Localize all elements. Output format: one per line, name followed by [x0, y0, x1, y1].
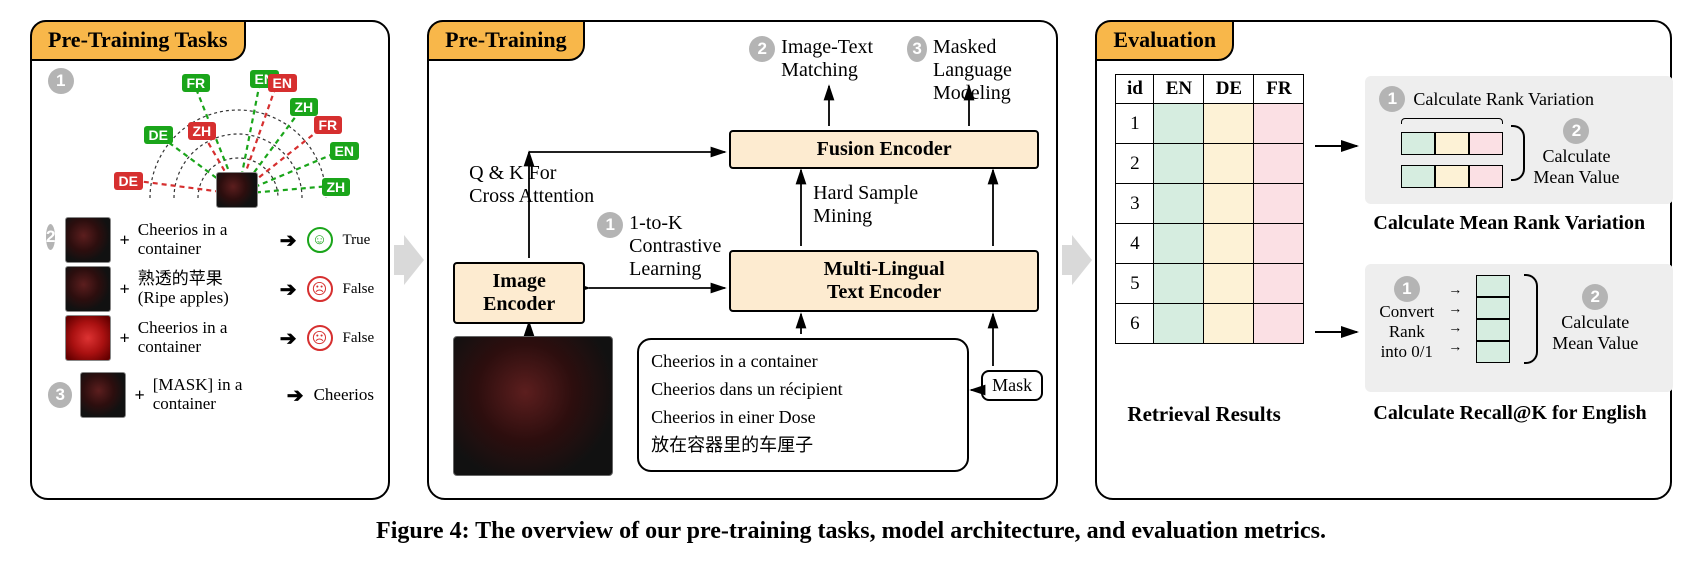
step2-number: 2 — [1582, 284, 1608, 310]
panel-pretraining: Pre-Training — [427, 20, 1058, 500]
image-encoder-box: Image Encoder — [453, 262, 585, 324]
mlm-label: 3 Masked Language Modeling — [907, 36, 1056, 105]
calc-box-mrv: 1 Calculate Rank Variation 2 Calculate M… — [1365, 76, 1673, 204]
figure-row: Pre-Training Tasks 1 — [0, 0, 1702, 500]
lang-tag-de-g: DE — [144, 126, 173, 144]
task-number-2: 2 — [46, 224, 55, 250]
sample-zh: 放在容器里的车厘子 — [651, 432, 955, 460]
qk-label: Q & K For Cross Attention — [469, 162, 594, 208]
verdict: False — [343, 330, 375, 347]
itm-label: 2 Image-Text Matching — [749, 36, 873, 82]
thumb-apples — [65, 315, 111, 361]
sample-fr: Cheerios dans un récipient — [651, 376, 955, 404]
step1-text: Convert Rank into 0/1 — [1379, 302, 1434, 362]
arrow-icon: ➔ — [280, 228, 297, 253]
sample-en: Cheerios in a container — [651, 348, 955, 376]
pair-text: 熟透的苹果 (Ripe apples) — [138, 270, 270, 307]
calc1-title: Calculate Mean Rank Variation — [1373, 212, 1645, 235]
lang-tag-fr-r: FR — [314, 116, 343, 134]
text-encoder-box: Multi-Lingual Text Encoder — [729, 250, 1039, 312]
text-samples-box: Cheerios in a container Cheerios dans un… — [637, 338, 969, 472]
pair-row-2: + 熟透的苹果 (Ripe apples) ➔ ☹ False — [65, 266, 374, 312]
pair-row-3: + Cheerios in a container ➔ ☹ False — [65, 315, 374, 361]
panel-arrow-icon — [1062, 235, 1091, 285]
figure-caption: Figure 4: The overview of our pre-traini… — [0, 518, 1702, 545]
radial-diagram: FR EN DE ZH EN ZH DE ZH EN FR — [90, 68, 375, 208]
pair-text: Cheerios in a container — [138, 221, 270, 258]
thumb-cherries — [65, 217, 111, 263]
mlm-number: 3 — [907, 36, 927, 62]
mask-output: Cheerios — [314, 385, 374, 405]
panel-pretraining-tasks: Pre-Training Tasks 1 — [30, 20, 390, 500]
thumb-cherries — [65, 266, 111, 312]
calc2-title: Calculate Recall@K for English — [1373, 402, 1646, 425]
thumb-cherries — [80, 372, 126, 418]
verdict: False — [343, 281, 375, 298]
fusion-encoder-box: Fusion Encoder — [729, 130, 1039, 169]
calc-box-recall: 1 Convert Rank into 0/1 →→→→ 2 Calculate… — [1365, 264, 1673, 392]
panel-title: Pre-Training — [427, 20, 584, 61]
arrow-icon: ➔ — [280, 277, 297, 302]
arrow-icon: ➔ — [287, 383, 304, 408]
hsm-label: Hard Sample Mining — [813, 182, 918, 228]
lang-tag-de-r: DE — [114, 172, 143, 190]
panel-title: Pre-Training Tasks — [30, 20, 246, 61]
step1-number: 1 — [1379, 86, 1405, 112]
input-image — [453, 336, 613, 476]
lang-tag-zh-r: ZH — [188, 122, 217, 140]
center-image — [216, 172, 258, 208]
lang-tag-zh-g: ZH — [290, 98, 319, 116]
plus-icon: + — [134, 385, 144, 406]
happy-face-icon: ☺ — [307, 227, 333, 253]
step2-number: 2 — [1563, 118, 1589, 144]
plus-icon: + — [119, 279, 129, 300]
task2-block: 2 + Cheerios in a container ➔ ☺ True + 熟… — [46, 214, 374, 364]
lang-tag-fr-g: FR — [182, 74, 211, 92]
lang-tag-zh-g2: ZH — [322, 178, 351, 196]
sad-face-icon: ☹ — [307, 276, 333, 302]
task-number-1: 1 — [48, 68, 74, 94]
lang-tag-en-g2: EN — [330, 142, 359, 160]
pair-text: [MASK] in a container — [153, 376, 277, 413]
panel-evaluation: Evaluation id EN DE FR 1 2 3 4 5 6 Retri… — [1095, 20, 1672, 500]
step1-text: Calculate Rank Variation — [1413, 89, 1594, 110]
pair-text: Cheerios in a container — [138, 319, 270, 356]
lang-tag-en-r: EN — [268, 74, 297, 92]
mask-box: Mask — [981, 370, 1043, 401]
step1-number: 1 — [1394, 276, 1420, 302]
cl-label: 1 1-to-K Contrastive Learning — [597, 212, 721, 281]
task3-row: 3 + [MASK] in a container ➔ Cheerios — [48, 372, 374, 418]
step2-text: Calculate Mean Value — [1533, 146, 1619, 188]
task-number-3: 3 — [48, 382, 72, 408]
pair-row-1: + Cheerios in a container ➔ ☺ True — [65, 217, 374, 263]
sad-face-icon: ☹ — [307, 325, 333, 351]
itm-number: 2 — [749, 36, 775, 62]
sample-de: Cheerios in einer Dose — [651, 404, 955, 432]
plus-icon: + — [119, 328, 129, 349]
arrow-icon: ➔ — [280, 326, 297, 351]
plus-icon: + — [119, 230, 129, 251]
task1-row: 1 — [48, 68, 374, 208]
panel-arrow-icon — [394, 235, 423, 285]
step2-text: Calculate Mean Value — [1552, 312, 1638, 354]
verdict: True — [343, 232, 371, 249]
cl-number: 1 — [597, 212, 623, 238]
